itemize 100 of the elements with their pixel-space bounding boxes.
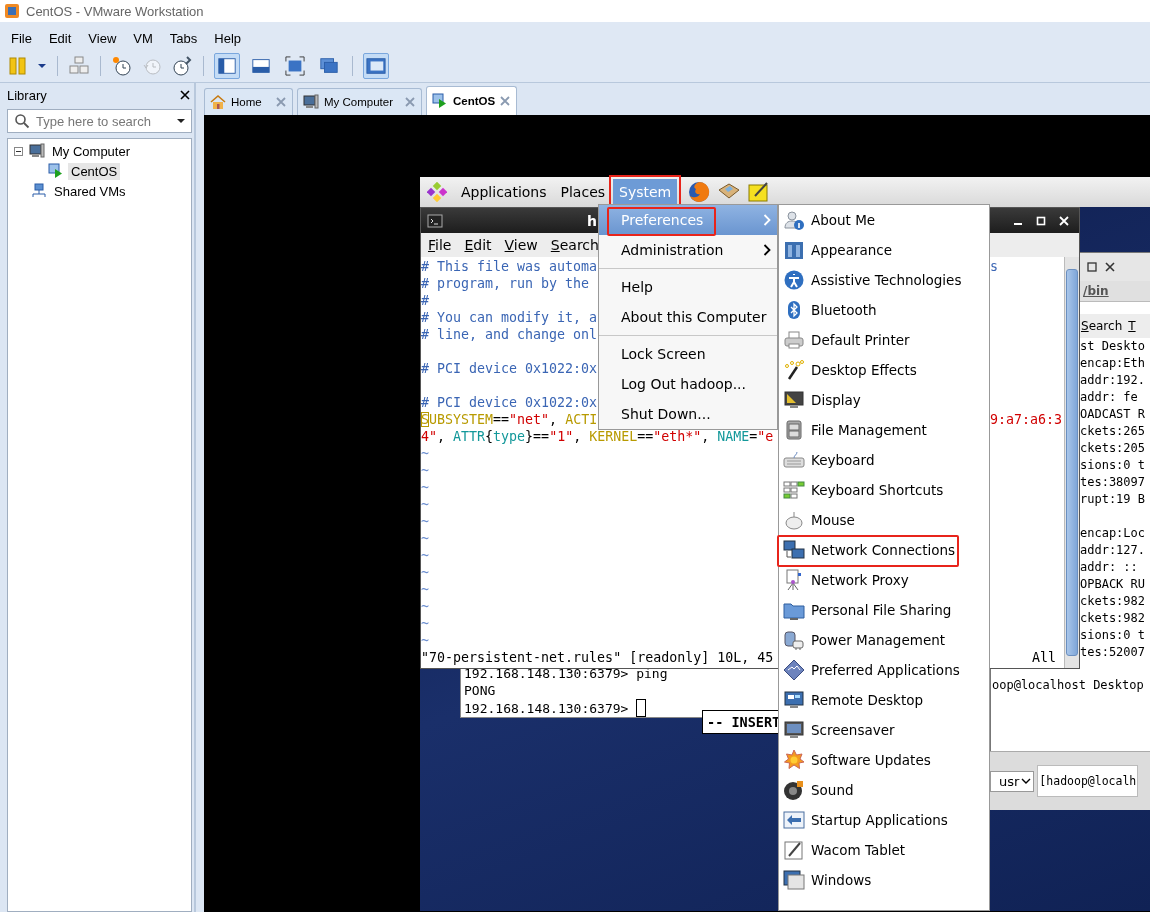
menu-item[interactable]: Sound	[779, 775, 989, 805]
menu-item[interactable]: Keyboard	[779, 445, 989, 475]
computer-icon	[303, 94, 319, 110]
menu-item[interactable]: Search	[1081, 319, 1123, 333]
code-line: 4", ATTR{type}=="1", KERNEL=="eth*", NAME="e	[421, 428, 774, 445]
menu-item[interactable]: Wacom Tablet	[779, 835, 989, 865]
menu-item[interactable]: Display	[779, 385, 989, 415]
search-field[interactable]: Type here to search	[7, 109, 192, 133]
menu-item[interactable]: Lock Screen	[599, 339, 777, 369]
menu-item[interactable]: Help	[599, 272, 777, 302]
home-icon	[210, 94, 226, 110]
view-button[interactable]	[363, 53, 389, 79]
caret-icon	[1021, 778, 1032, 784]
terminal-line: ckets:982	[1080, 610, 1146, 627]
close-icon[interactable]	[1105, 262, 1115, 272]
menu-item[interactable]: Appearance	[779, 235, 989, 265]
menu-item[interactable]: Search	[550, 237, 599, 253]
menu-item[interactable]: Bluetooth	[779, 295, 989, 325]
window-icon	[285, 56, 305, 76]
menu-item[interactable]: Log Out hadoop...	[599, 369, 777, 399]
code-line: # line, and change onl	[421, 326, 598, 343]
diamond-icon	[783, 659, 805, 681]
accessibility-icon	[783, 269, 805, 291]
menu-item[interactable]: Software Updates	[779, 745, 989, 775]
path-dropdown[interactable]: usr	[990, 770, 1035, 792]
scrollbar[interactable]	[1064, 257, 1079, 668]
menu-item[interactable]: About Me	[779, 205, 989, 235]
flower-logo-icon[interactable]	[427, 182, 447, 202]
tab[interactable]: Home	[204, 88, 293, 115]
menu-item[interactable]: Help	[214, 31, 242, 50]
computer-icon	[29, 143, 45, 159]
code-line: 9:a7:a6:3	[990, 411, 1063, 428]
code-line: #	[421, 292, 429, 309]
wardrobe-icon	[783, 239, 805, 261]
tree-item[interactable]: My Computer	[49, 142, 134, 160]
tab[interactable]: /bin	[1083, 284, 1109, 298]
terminal-prompt: 192.168.148.130:6379>	[464, 700, 629, 716]
menu-item[interactable]: Personal File Sharing	[779, 595, 989, 625]
menu-item[interactable]: About this Computer	[599, 302, 777, 332]
terminal-line: oop@localhost Desktop	[992, 677, 1144, 694]
panel-title: Library	[7, 87, 47, 103]
menu-item[interactable]: Network Proxy	[779, 565, 989, 595]
window-icon	[783, 869, 805, 891]
tab[interactable]: CentOS	[426, 86, 518, 115]
menu-item[interactable]: File	[428, 237, 452, 253]
starburst-icon	[783, 749, 805, 771]
code-line: # You can modify it, a	[421, 309, 598, 326]
menu-item[interactable]: T	[1128, 319, 1136, 333]
menu-item[interactable]: Tabs	[169, 31, 198, 50]
globe-icon[interactable]	[687, 180, 712, 204]
terminal-line: addr:192.	[1080, 372, 1146, 389]
panel-menu[interactable]: Places	[554, 179, 612, 205]
terminal-line: addr:127.	[1080, 542, 1146, 559]
menu-item[interactable]: VM	[133, 31, 153, 50]
code-line: # program, run by the	[421, 275, 590, 292]
menu-item[interactable]: Startup Applications	[779, 805, 989, 835]
menu-item[interactable]: Network Connections	[779, 535, 989, 565]
person-icon	[783, 209, 805, 231]
empty-line-marker: ~	[421, 530, 429, 547]
view-button[interactable]	[214, 53, 240, 79]
menu-item[interactable]: Edit	[48, 31, 72, 50]
view-button[interactable]	[282, 53, 308, 79]
menu-item[interactable]: Edit	[464, 237, 492, 253]
pen-icon	[783, 839, 805, 861]
menu-item[interactable]: Remote Desktop	[779, 685, 989, 715]
menu-item[interactable]: Default Printer	[779, 325, 989, 355]
mouse-icon	[783, 509, 805, 531]
window-icon	[251, 56, 271, 76]
terminal-line: ckets:982	[1080, 593, 1146, 610]
menu-item[interactable]: Power Management	[779, 625, 989, 655]
menu-item[interactable]: Keyboard Shortcuts	[779, 475, 989, 505]
clock-icon[interactable]	[171, 55, 193, 77]
empty-line-marker: ~	[421, 564, 429, 581]
maximize-icon[interactable]	[1087, 262, 1097, 272]
collapse-toggle-icon[interactable]	[14, 146, 23, 156]
code-line: # This file was automa	[421, 258, 598, 275]
menu-item[interactable]: File	[11, 31, 32, 50]
search-icon	[14, 113, 30, 129]
menu-item[interactable]: Shut Down...	[599, 399, 777, 429]
menu-item[interactable]: View	[88, 31, 117, 50]
menu-item[interactable]: View	[504, 237, 538, 253]
empty-line-marker: ~	[421, 598, 429, 615]
close-icon[interactable]	[180, 90, 190, 100]
caret-icon[interactable]	[176, 118, 186, 124]
menu-item[interactable]: Windows	[779, 865, 989, 895]
clock-icon[interactable]	[111, 55, 133, 77]
key-grid-icon	[783, 479, 805, 501]
caret-icon[interactable]	[37, 63, 47, 69]
vm-icon	[432, 93, 448, 109]
menu-item[interactable]: Assistive Technologies	[779, 265, 989, 295]
tree-item[interactable]: Shared VMs	[51, 182, 129, 200]
tree-item[interactable]: CentOS	[68, 162, 121, 180]
menu-item[interactable]: Preferred Applications	[779, 655, 989, 685]
menu-item[interactable]: Administration	[599, 235, 777, 265]
menu-item[interactable]: Desktop Effects	[779, 355, 989, 385]
menu-item[interactable]: Screensaver	[779, 715, 989, 745]
tab[interactable]: My Computer	[297, 88, 422, 115]
menu-item[interactable]: Mouse	[779, 505, 989, 535]
menu-item[interactable]: File Management	[779, 415, 989, 445]
panel-menu[interactable]: Applications	[455, 179, 553, 205]
